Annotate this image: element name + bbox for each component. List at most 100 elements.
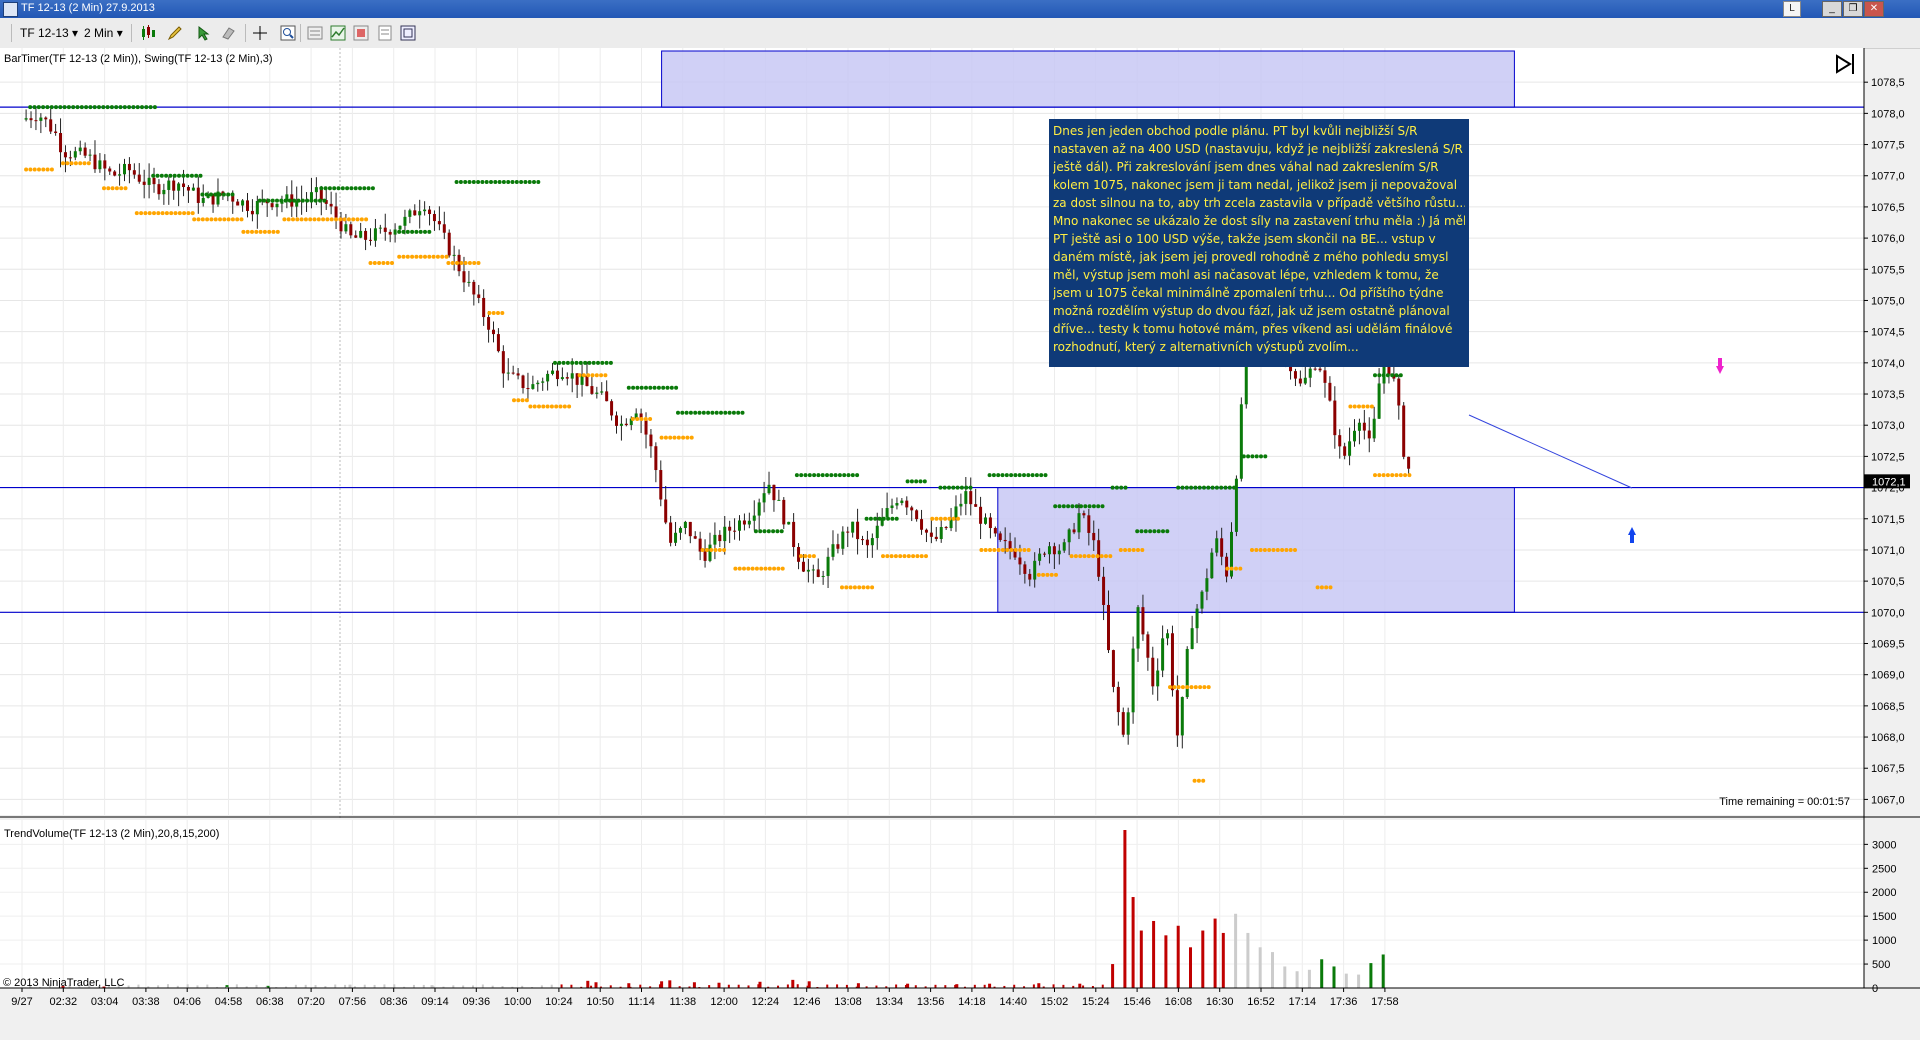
swing-low-dot [861,585,866,590]
swing-high-dot [1250,454,1255,459]
minimize-button[interactable]: _ [1822,1,1842,17]
annotation-text-box[interactable]: Dnes jen jeden obchod podle plánu. PT by… [1049,119,1469,367]
candle-body [492,329,495,335]
eraser-icon[interactable] [220,25,236,41]
indicators-icon[interactable] [330,25,346,41]
pencil-icon[interactable] [167,25,183,41]
swing-high-dot [758,529,763,534]
swing-low-dot [581,373,586,378]
candle-body [103,160,107,169]
candle-body [467,281,471,283]
swing-low-dot [1000,547,1005,552]
swing-low-dot [549,404,554,409]
properties-icon[interactable] [307,25,323,41]
candle-body [255,201,259,215]
swing-high-dot [185,173,190,178]
candlestick-style-icon[interactable] [140,25,156,41]
swing-low-dot [440,254,445,259]
zoom-icon[interactable] [280,25,296,41]
close-button[interactable]: ✕ [1864,1,1884,17]
swing-low-dot [496,310,500,315]
annotation-line: za dost silnou na to, aby trh zcela zast… [1053,196,1465,210]
candle-body [487,317,491,330]
swing-low-dot [992,547,997,552]
swing-low-dot [1394,473,1399,478]
swing-low-dot [472,261,477,266]
chart-toolbar: TF 12-13 ▾ 2 Min ▾ [0,18,1920,49]
swing-high-dot [877,516,882,521]
swing-low-dot [742,566,746,571]
swing-high-dot [480,179,485,184]
candle-body [437,221,441,225]
candle-body [432,214,436,222]
swing-high-dot [1087,504,1092,509]
candle-body [787,521,791,525]
restore-button[interactable]: ❐ [1843,1,1863,17]
volume-bar [1258,947,1262,988]
swing-high-dot [684,410,689,415]
swing-low-dot [1328,585,1333,590]
swing-high-dot [693,410,698,415]
link-button[interactable]: L [1783,1,1801,17]
chart-trader-icon[interactable] [400,25,416,41]
strategies-icon[interactable] [353,25,369,41]
volume-bar [186,984,189,988]
swing-high-dot [714,410,719,415]
swing-low-dot [218,217,222,222]
swing-low-dot [1357,404,1361,409]
data-box-icon[interactable] [377,25,393,41]
swing-high-dot [578,360,583,365]
swing-high-dot [553,360,557,365]
interval-selector[interactable]: 2 Min ▾ [84,25,123,41]
swing-high-dot [600,360,605,365]
candle-body [270,203,274,208]
swing-low-dot [254,229,259,234]
pointer-icon[interactable] [196,25,212,41]
swing-low-dot [200,217,205,222]
volume-panel[interactable] [0,820,1864,989]
instrument-selector[interactable]: TF 12-13 ▾ [20,25,78,41]
candle-body [565,377,569,379]
swing-high-dot [574,360,579,365]
swing-high-dot [332,186,337,191]
swing-low-dot [491,310,496,315]
candle-body [929,532,933,537]
swing-high-dot [318,198,322,203]
candle-body [364,230,368,240]
swing-high-dot [536,179,541,184]
candle-body [605,391,609,402]
swing-low-dot [190,211,195,216]
candle-body [393,229,397,235]
crosshair-icon[interactable] [252,25,268,41]
swing-high-dot [1152,529,1157,534]
swing-high-dot [914,479,919,484]
candle-body [113,171,117,176]
candle-body [98,160,102,170]
swing-low-dot [1095,554,1100,559]
candle-body [615,415,618,426]
swing-low-dot [147,211,152,216]
candle-body [644,420,648,435]
swing-high-dot [1259,454,1263,459]
time-tick-label: 15:02 [1041,996,1069,1008]
swing-low-dot [558,404,563,409]
swing-high-dot [1398,373,1403,378]
swing-low-dot [1319,585,1324,590]
swing-low-dot [1082,554,1087,559]
price-tick-label: 1078,5 [1871,77,1905,89]
price-chart[interactable]: 1078,5 1078,0 1077,5 1077,0 1076,5 1076,0 1075… [0,48,1920,1040]
swing-low-dot [1271,547,1276,552]
candle-body [1180,697,1184,736]
candle-body [738,520,741,531]
swing-low-dot [78,161,83,166]
swing-high-dot [92,105,97,110]
price-tick-label: 1075,0 [1871,295,1905,307]
swing-high-dot [1180,485,1185,490]
annotation-line: ještě dál). Při zakreslování jsem dnes v… [1053,160,1439,174]
candle-body [1303,377,1307,384]
swing-low-dot [119,186,124,191]
candle-body [142,181,146,185]
swing-low-dot [49,167,54,172]
swing-low-dot [156,211,161,216]
price-tick-label: 1071,5 [1871,514,1905,526]
